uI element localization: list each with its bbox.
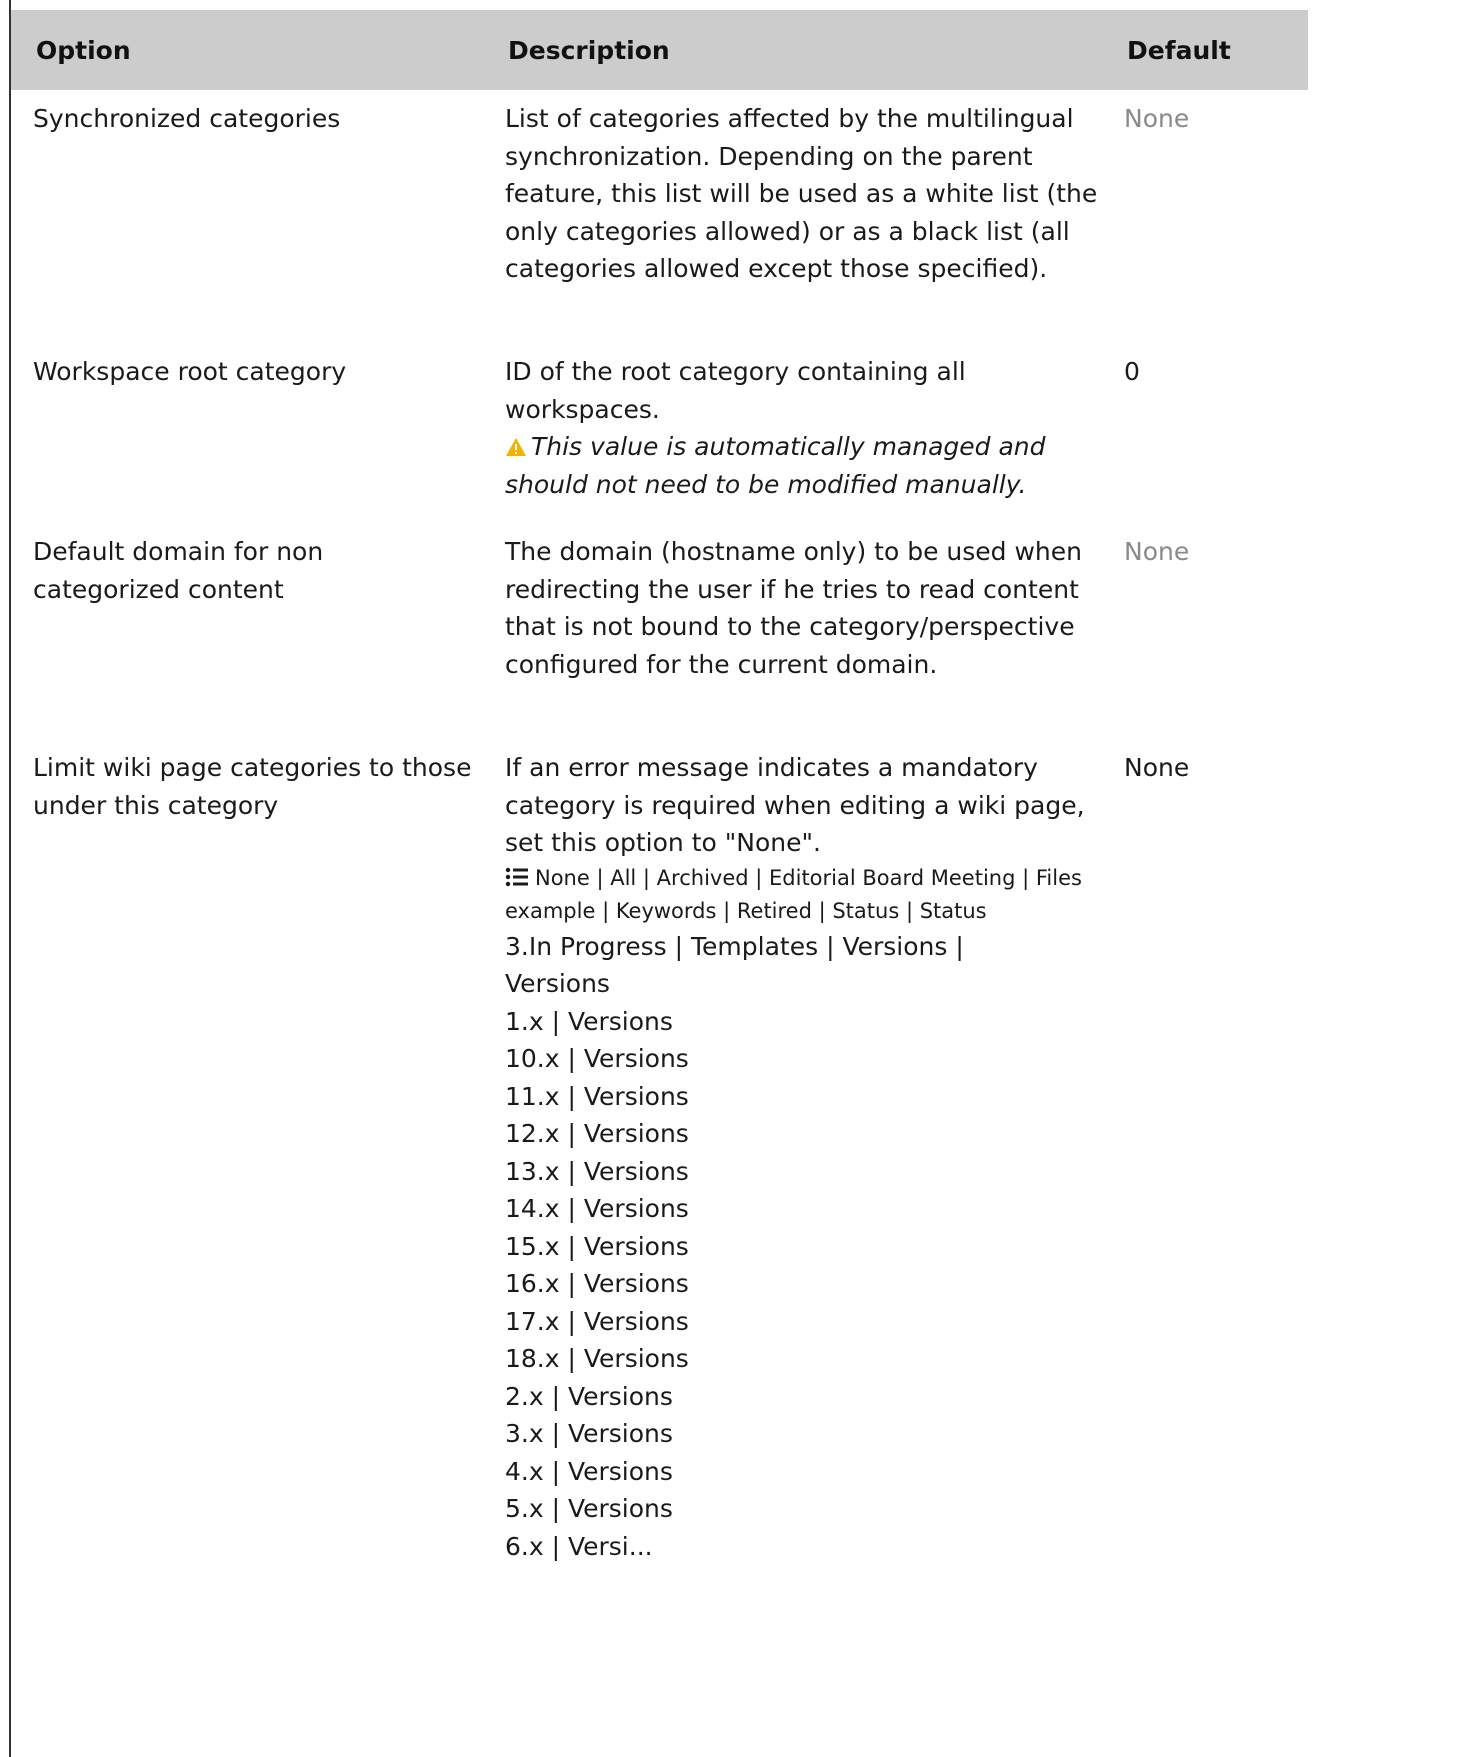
- warning-note: This value is automatically managed and …: [505, 428, 1100, 503]
- table-row: Limit wiki page categories to those unde…: [11, 749, 1308, 1709]
- header-default: Default: [1127, 35, 1231, 65]
- category-line: 14.x | Versions: [505, 1194, 689, 1223]
- category-line: 3.x | Versions: [505, 1419, 673, 1448]
- option-name: Workspace root category: [33, 357, 347, 386]
- category-line: 3.In Progress | Templates | Versions |: [505, 931, 964, 961]
- table-row: Synchronized categories List of categori…: [11, 100, 1308, 353]
- category-line: 5.x | Versions: [505, 1494, 673, 1523]
- warning-text: This value is automatically managed and …: [505, 432, 1046, 499]
- option-description: ID of the root category containing all w…: [505, 357, 966, 424]
- category-line: Versions: [505, 969, 610, 998]
- options-table: Option Description Default Synchronized …: [11, 10, 1308, 1709]
- category-line: 12.x | Versions: [505, 1119, 689, 1148]
- category-line: 4.x | Versions: [505, 1456, 673, 1486]
- option-default: None: [1124, 537, 1190, 566]
- list-icon: [505, 867, 528, 886]
- category-line: 16.x | Versions: [505, 1269, 689, 1298]
- category-list-lines: 3.In Progress | Templates | Versions | V…: [505, 928, 1100, 1566]
- category-line: 6.x | Versi...: [505, 1531, 653, 1561]
- table-row: Default domain for non categorized conte…: [11, 533, 1308, 749]
- category-list-text: None | All | Archived | Editorial Board …: [505, 865, 1082, 923]
- option-description-block: ID of the root category containing all w…: [505, 353, 1100, 503]
- option-default: 0: [1124, 357, 1140, 386]
- option-default: None: [1124, 753, 1190, 782]
- category-line: 11.x | Versions: [505, 1081, 689, 1111]
- option-name: Default domain for non categorized conte…: [33, 537, 324, 604]
- warning-triangle-icon: [506, 438, 526, 456]
- option-description-block: If an error message indicates a mandator…: [505, 749, 1100, 1565]
- option-description: The domain (hostname only) to be used wh…: [505, 537, 1082, 679]
- category-line: 17.x | Versions: [505, 1306, 689, 1336]
- option-description: If an error message indicates a mandator…: [505, 753, 1085, 857]
- header-option: Option: [36, 35, 131, 65]
- table-row: Workspace root category ID of the root c…: [11, 353, 1308, 533]
- category-list-inline: None | All | Archived | Editorial Board …: [505, 862, 1100, 928]
- option-default: None: [1124, 104, 1190, 133]
- header-description: Description: [508, 35, 670, 65]
- category-line: 13.x | Versions: [505, 1156, 689, 1186]
- category-line: 15.x | Versions: [505, 1231, 689, 1261]
- option-description: List of categories affected by the multi…: [505, 104, 1098, 283]
- category-line: 1.x | Versions: [505, 1006, 673, 1036]
- option-name: Synchronized categories: [33, 104, 341, 133]
- option-name: Limit wiki page categories to those unde…: [33, 753, 472, 820]
- category-line: 18.x | Versions: [505, 1344, 689, 1373]
- category-line: 2.x | Versions: [505, 1381, 673, 1411]
- table-header: Option Description Default: [11, 10, 1308, 90]
- category-line: 10.x | Versions: [505, 1044, 689, 1073]
